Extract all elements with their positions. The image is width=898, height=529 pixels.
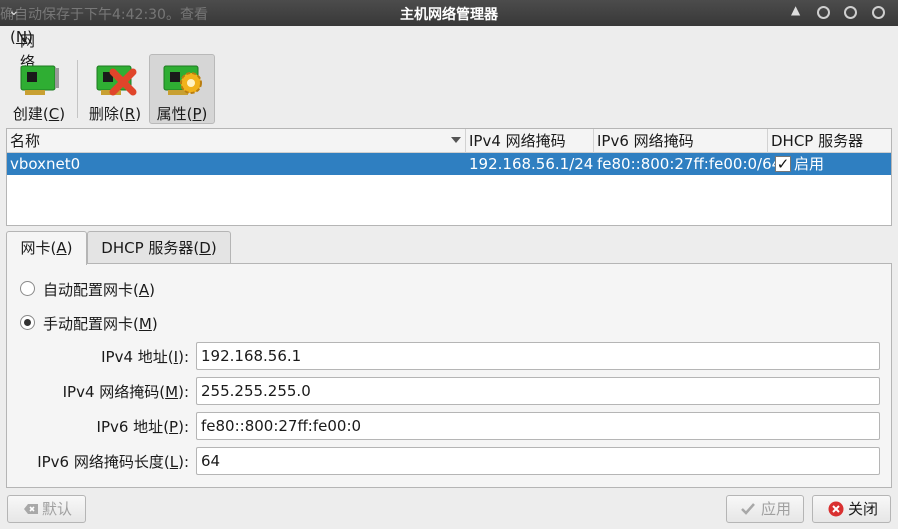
adapter-panel: 自动配置网卡(A) 手动配置网卡(M) IPv4 地址(I): 192.168.… xyxy=(6,263,892,488)
window-titlebar: 确自动保存于下午4:42:30。查看 ⌄ 主机网络管理器 ▲ xyxy=(0,0,898,26)
ipv4-mask-field[interactable]: 255.255.255.0 xyxy=(196,377,880,405)
properties-label: 属性 xyxy=(156,105,187,123)
shade-up-icon[interactable]: ▲ xyxy=(791,3,800,17)
ipv4-mask-label: IPv4 网络掩码(M): xyxy=(62,383,189,401)
reset-button[interactable]: 默认 xyxy=(7,495,86,523)
ipv6-address-label: IPv6 地址(P): xyxy=(96,418,189,436)
properties-mnemonic: P xyxy=(192,105,202,123)
toolbar-separator xyxy=(77,60,78,118)
column-header-ipv4[interactable]: IPv4 网络掩码 xyxy=(466,129,594,153)
ipv4-address-mnemonic: I xyxy=(173,348,179,366)
dhcp-enabled-checkbox[interactable]: ✓ xyxy=(775,156,791,172)
row-name: vboxnet0 xyxy=(10,155,81,173)
dialog-button-bar: 默认 应用 关闭 xyxy=(0,490,898,529)
close-label: 关闭 xyxy=(848,500,879,518)
network-table: 名称 IPv4 网络掩码 IPv6 网络掩码 DHCP 服务器 vboxnet0… xyxy=(6,128,892,226)
remove-mnemonic: R xyxy=(124,105,136,123)
window-close-button[interactable] xyxy=(872,6,885,19)
auto-config-mnemonic: A xyxy=(138,281,150,299)
apply-label: 应用 xyxy=(761,500,792,518)
tab-dhcp-server[interactable]: DHCP 服务器(D) xyxy=(87,231,231,264)
column-header-name[interactable]: 名称 xyxy=(7,129,466,153)
tab-adapter-mnemonic: A xyxy=(56,239,67,257)
ipv4-mask-text: IPv4 网络掩码 xyxy=(62,383,160,401)
ipv4-mask-mnemonic: M xyxy=(165,383,179,401)
dhcp-enabled-label: 启用 xyxy=(794,155,825,173)
close-button[interactable]: 关闭 xyxy=(812,495,891,523)
manual-config-label[interactable]: 手动配置网卡(M) xyxy=(43,313,158,334)
auto-config-radio[interactable] xyxy=(20,281,35,296)
column-header-dhcp[interactable]: DHCP 服务器 xyxy=(768,129,891,153)
ipv6-prefix-text: IPv6 网络掩码长度 xyxy=(37,453,164,471)
manual-config-text: 手动配置网卡 xyxy=(43,315,134,333)
row-ipv4-mask: 192.168.56.1/24 xyxy=(469,155,594,173)
remove-button[interactable]: 删除(R) xyxy=(82,54,148,124)
menu-network[interactable]: 网络 (N) xyxy=(10,28,35,71)
minimize-button[interactable] xyxy=(817,6,830,19)
window-title: 主机网络管理器 xyxy=(400,7,498,23)
row-ipv6-mask: fe80::800:27ff:fe00:0/64 xyxy=(597,155,782,173)
remove-label: 删除 xyxy=(88,105,119,123)
ipv4-address-field[interactable]: 192.168.56.1 xyxy=(196,342,880,370)
ipv6-address-text: IPv6 地址 xyxy=(96,418,164,436)
ipv6-prefix-label: IPv6 网络掩码长度(L): xyxy=(37,453,189,471)
check-icon xyxy=(741,503,755,515)
ipv6-prefix-field[interactable]: 64 xyxy=(196,447,880,475)
auto-config-text: 自动配置网卡 xyxy=(43,281,134,299)
table-row[interactable]: vboxnet0 192.168.56.1/24 fe80::800:27ff:… xyxy=(7,153,891,175)
create-mnemonic: C xyxy=(48,105,60,123)
network-card-properties-icon xyxy=(163,65,202,95)
manual-config-radio[interactable] xyxy=(20,315,35,330)
reset-icon xyxy=(24,504,38,514)
column-header-ipv6[interactable]: IPv6 网络掩码 xyxy=(594,129,768,153)
create-label: 创建 xyxy=(12,105,43,123)
tab-dhcp-label: DHCP 服务器 xyxy=(101,239,194,257)
network-card-create-icon xyxy=(20,65,59,95)
sort-descending-icon xyxy=(451,137,461,143)
table-header: 名称 IPv4 网络掩码 IPv6 网络掩码 DHCP 服务器 xyxy=(7,129,891,153)
apply-button[interactable]: 应用 xyxy=(726,495,804,523)
ipv6-address-mnemonic: P xyxy=(169,418,179,436)
network-card-remove-icon xyxy=(96,65,137,96)
maximize-button[interactable] xyxy=(844,6,857,19)
auto-config-label[interactable]: 自动配置网卡(A) xyxy=(43,279,155,300)
reset-label: 默认 xyxy=(42,500,73,518)
menubar: 网络 (N) xyxy=(0,26,898,71)
ipv4-address-label: IPv4 地址(I): xyxy=(101,348,189,366)
ipv6-address-field[interactable]: fe80::800:27ff:fe00:0 xyxy=(196,412,880,440)
tab-adapter-label: 网卡 xyxy=(20,239,51,257)
create-button[interactable]: 创建(C) xyxy=(6,54,72,124)
ipv4-address-text: IPv4 地址 xyxy=(101,348,168,366)
tab-dhcp-mnemonic: D xyxy=(199,239,211,257)
close-icon xyxy=(828,501,844,517)
properties-button[interactable]: 属性(P) xyxy=(149,54,215,124)
ipv6-prefix-mnemonic: L xyxy=(169,453,179,471)
manual-config-mnemonic: M xyxy=(138,315,152,333)
tab-adapter[interactable]: 网卡(A) xyxy=(6,231,87,265)
toolbar: 创建(C) 删除(R) 属性(P) xyxy=(0,50,898,126)
